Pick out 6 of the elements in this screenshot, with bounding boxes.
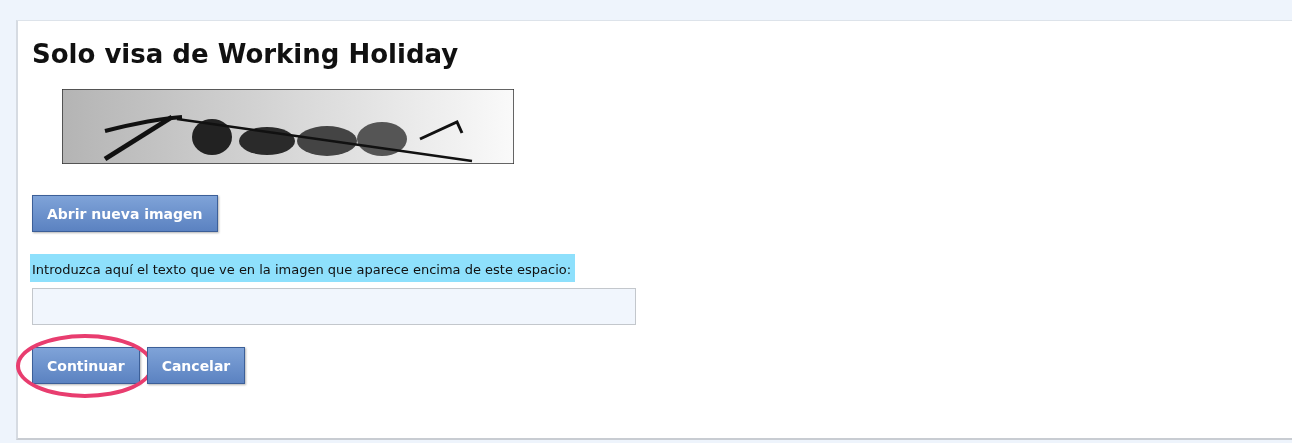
captcha-input-field[interactable]: [32, 288, 636, 325]
new-image-button[interactable]: Abrir nueva imagen: [32, 195, 218, 232]
captcha-field-label: Introduzca aquí el texto que ve en la imagen que aparece encima de este espacio:: [30, 254, 576, 282]
page-title: Solo visa de Working Holiday: [32, 39, 460, 69]
form-button[interactable]: Continuar: [32, 347, 140, 384]
form-button[interactable]: Cancelar: [146, 347, 246, 384]
